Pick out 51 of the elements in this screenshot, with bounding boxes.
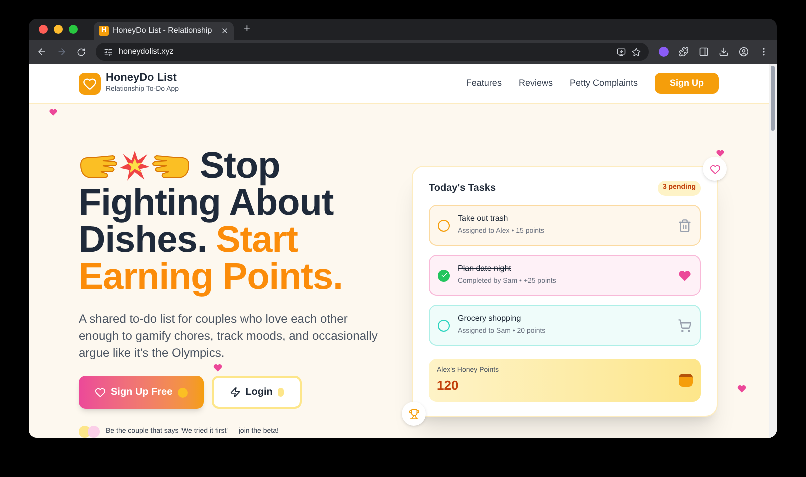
heart-icon: [213, 363, 223, 373]
tab-title: HoneyDo List - Relationship: [113, 25, 212, 37]
task-checkbox[interactable]: [438, 320, 450, 332]
check-icon: [440, 272, 448, 279]
heart-icon: [710, 164, 720, 174]
download-icon[interactable]: [719, 47, 729, 57]
task-title: Plan date night: [458, 263, 512, 276]
hero-description: A shared to-do list for couples who love each other enough to gamify chores, track moods, and occasionally argue like it's the Olympics.: [79, 311, 379, 362]
reload-icon[interactable]: [77, 48, 86, 56]
task-checkbox[interactable]: [438, 220, 450, 232]
site-settings-icon[interactable]: [104, 48, 113, 56]
trophy-icon: [408, 408, 420, 420]
points-value: 120: [437, 377, 460, 395]
side-panel-icon[interactable]: [699, 47, 709, 57]
task-checkbox[interactable]: [438, 270, 450, 282]
heart-icon: [95, 387, 106, 398]
heart-icon: [49, 108, 58, 117]
avatar-icon: [88, 426, 100, 438]
trash-icon: [678, 218, 692, 232]
nav-link[interactable]: Reviews: [518, 76, 553, 90]
extension-icon[interactable]: [659, 47, 669, 57]
honey-pot-icon: [679, 374, 693, 387]
bookmark-star-icon[interactable]: [632, 48, 641, 56]
new-tab-button[interactable]: +: [244, 21, 250, 38]
forward-icon[interactable]: [57, 47, 67, 57]
heart-icon: [737, 384, 747, 394]
login-button[interactable]: Login: [212, 376, 302, 409]
burst-icon: [119, 150, 151, 182]
close-icon[interactable]: [221, 27, 229, 35]
profile-icon[interactable]: [739, 47, 749, 57]
avatar-icon: [79, 426, 91, 438]
heart-icon: [716, 149, 725, 158]
cart-icon: [678, 318, 692, 332]
extensions-icon[interactable]: [679, 47, 689, 57]
headline-accent-text: Earning Points.: [79, 258, 343, 295]
card-title: Today's Tasks: [429, 182, 496, 196]
task-title: Grocery shopping: [458, 313, 522, 326]
task-title: Take out trash: [458, 213, 510, 226]
back-icon[interactable]: [37, 47, 47, 57]
nav-link[interactable]: Features: [466, 76, 502, 90]
nav-link[interactable]: Petty Complaints: [570, 76, 638, 90]
brand-name: HoneyDo List: [106, 72, 178, 85]
install-icon[interactable]: [617, 48, 626, 56]
address-bar[interactable]: honeydolist.xyz: [96, 43, 649, 61]
headline-text: Stop: [200, 147, 280, 184]
logo-icon: [79, 72, 101, 94]
url-text: honeydolist.xyz: [119, 46, 174, 58]
heart-icon: [678, 268, 692, 282]
headline-accent-text: Start: [216, 221, 298, 258]
lightning-icon: [230, 387, 241, 398]
scrollbar[interactable]: [769, 64, 777, 438]
